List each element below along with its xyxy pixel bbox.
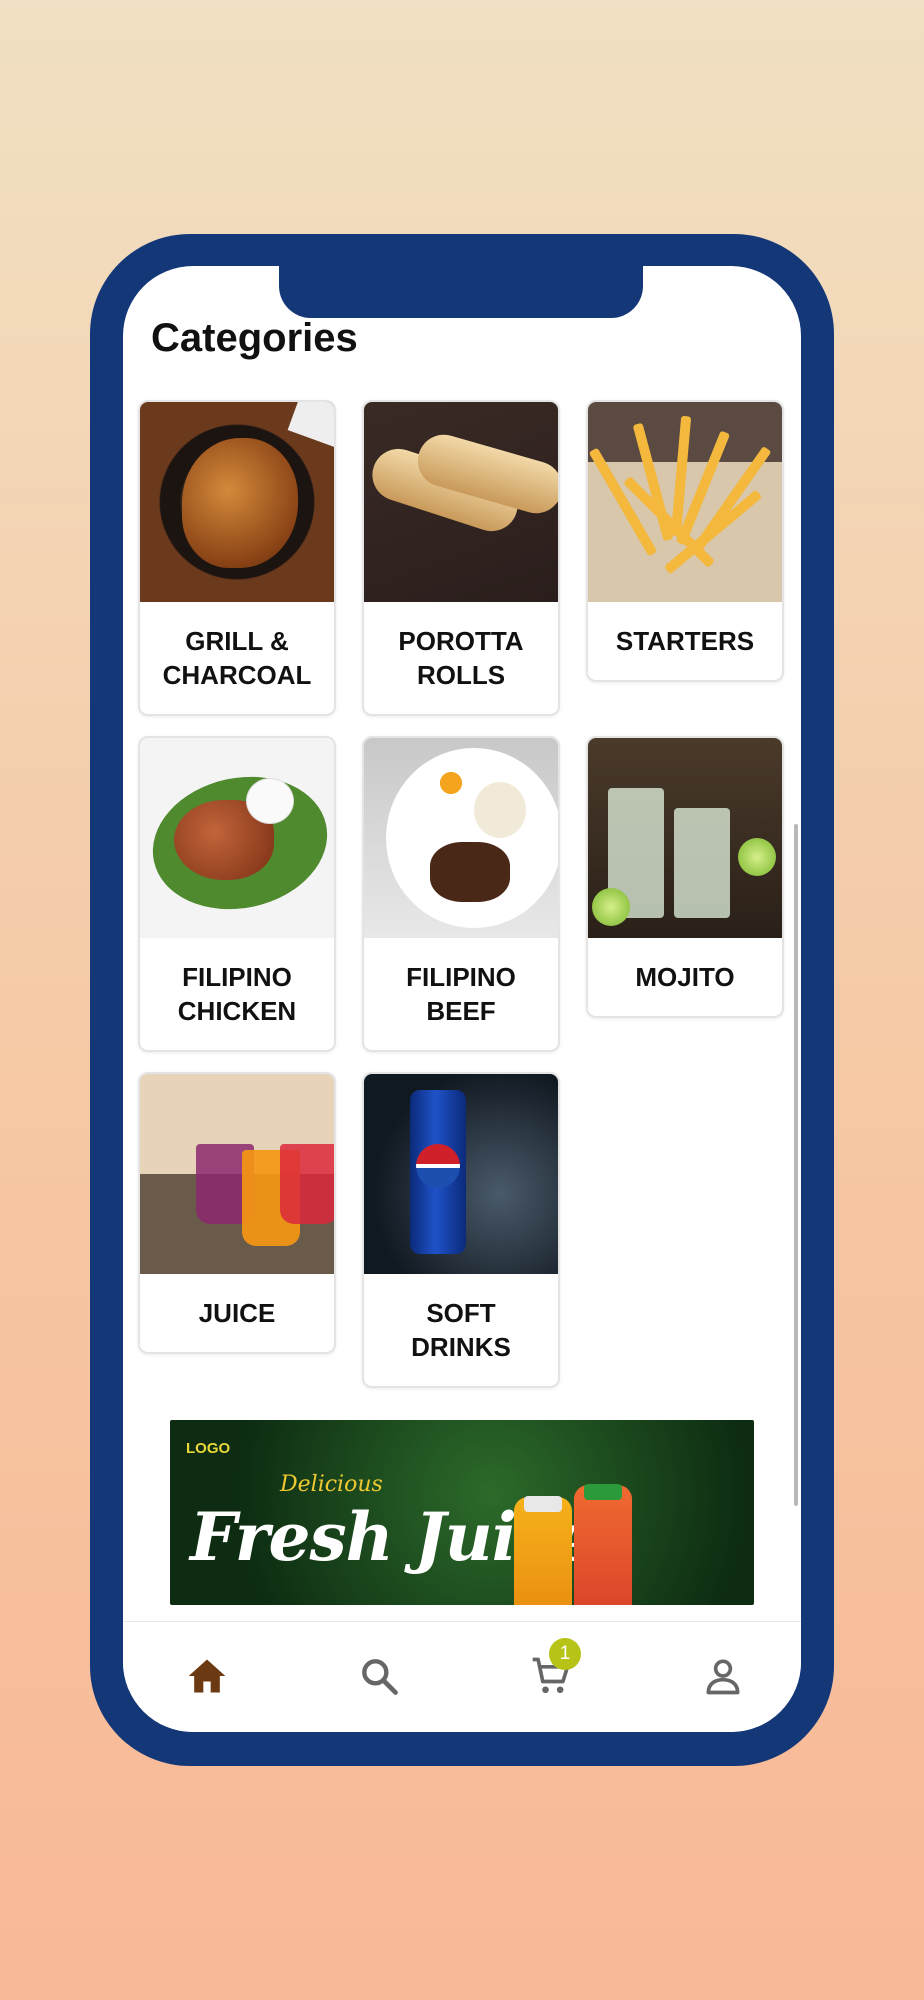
pepsi-can-image: [364, 1074, 558, 1274]
bottom-navigation: 1: [123, 1621, 801, 1732]
category-label: FILIPINO CHICKEN: [177, 962, 297, 1026]
promo-banner[interactable]: LOGO Delicious Fresh Juice: [170, 1420, 754, 1605]
french-fries-image: [588, 402, 782, 602]
profile-icon: [706, 1659, 740, 1695]
phone-notch: [279, 266, 643, 318]
nav-search-button[interactable]: [351, 1648, 407, 1704]
page-title: Categories: [151, 316, 358, 360]
category-card-filipino-beef[interactable]: FILIPINO BEEF: [362, 736, 560, 1052]
grilled-chicken-image: [140, 402, 334, 602]
category-card-juice[interactable]: JUICE: [138, 1072, 336, 1354]
porotta-rolls-image: [364, 402, 558, 602]
mojito-image: [588, 738, 782, 938]
home-icon: [188, 1659, 226, 1693]
category-card-mojito[interactable]: MOJITO: [586, 736, 784, 1018]
category-card-filipino-chicken[interactable]: FILIPINO CHICKEN: [138, 736, 336, 1052]
category-label: POROTTA ROLLS: [398, 626, 524, 690]
juice-image: [140, 1074, 334, 1274]
category-card-soft-drinks[interactable]: SOFT DRINKS: [362, 1072, 560, 1388]
category-label: STARTERS: [615, 626, 755, 656]
cart-count-badge: 1: [549, 1638, 581, 1670]
phone-frame: Categories GRILL & CHARCOAL POROTTA ROLL…: [90, 234, 834, 1766]
banner-logo: LOGO: [186, 1440, 231, 1457]
nav-home-button[interactable]: [179, 1648, 235, 1704]
category-label: MOJITO: [635, 962, 735, 992]
banner-tagline: Delicious: [280, 1472, 383, 1497]
category-label: FILIPINO BEEF: [406, 962, 516, 1026]
category-label: GRILL & CHARCOAL: [162, 626, 312, 690]
nav-cart-button[interactable]: 1: [523, 1638, 581, 1704]
category-card-porotta-rolls[interactable]: POROTTA ROLLS: [362, 400, 560, 716]
filipino-chicken-image: [140, 738, 334, 938]
scrollbar[interactable]: [794, 824, 798, 1506]
orange-juice-bottle: [514, 1497, 572, 1605]
category-label: SOFT DRINKS: [411, 1298, 511, 1362]
category-card-grill-charcoal[interactable]: GRILL & CHARCOAL: [138, 400, 336, 716]
app-screen: Categories GRILL & CHARCOAL POROTTA ROLL…: [123, 266, 801, 1732]
category-label: JUICE: [198, 1298, 276, 1328]
filipino-beef-image: [364, 738, 558, 938]
nav-profile-button[interactable]: [695, 1648, 751, 1704]
red-juice-bottle: [574, 1485, 632, 1605]
category-grid: GRILL & CHARCOAL POROTTA ROLLS STARTERS …: [138, 400, 788, 1388]
category-card-starters[interactable]: STARTERS: [586, 400, 784, 682]
search-icon: [362, 1659, 398, 1695]
